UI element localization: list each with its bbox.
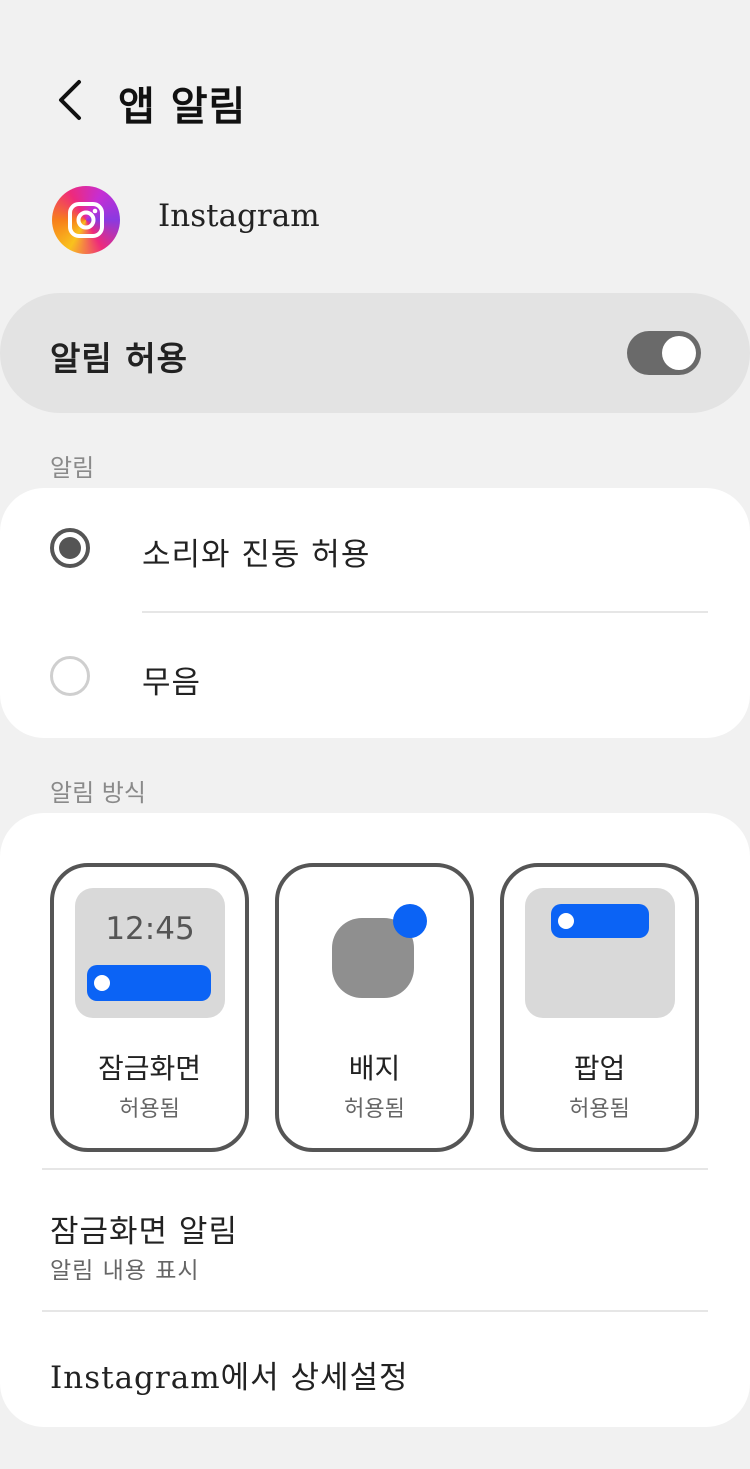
style-divider-2 — [42, 1310, 708, 1312]
chevron-left-icon — [59, 80, 81, 120]
radio-silent[interactable] — [50, 656, 90, 696]
tile-lock-screen-status: 허용됨 — [119, 1097, 180, 1122]
badge-app-icon — [332, 904, 427, 998]
advanced-settings-label: Instagram에서 상세설정 — [50, 1360, 409, 1396]
alerts-card — [0, 488, 750, 738]
radio-sound-vibration[interactable] — [50, 528, 90, 568]
option-silent-label[interactable]: 무음 — [142, 657, 201, 702]
tile-popup-label: 팝업 — [573, 1052, 626, 1085]
toggle-knob — [662, 336, 696, 370]
allow-notifications-toggle[interactable] — [627, 331, 701, 375]
tile-badge-status: 허용됨 — [344, 1097, 405, 1122]
lock-screen-notifications-title: 잠금화면 알림 — [50, 1214, 238, 1250]
tile-popup-status: 허용됨 — [569, 1097, 630, 1122]
lock-screen-notifications-subtitle: 알림 내용 표시 — [50, 1258, 200, 1284]
notification-dot — [558, 913, 574, 929]
allow-notifications-label: 알림 허용 — [50, 339, 188, 378]
back-button[interactable] — [40, 70, 100, 130]
options-divider — [142, 611, 708, 613]
option-sound-vibration-label[interactable]: 소리와 진동 허용 — [142, 529, 370, 574]
lock-screen-preview-time: 12:45 — [105, 911, 195, 947]
page-title: 앱 알림 — [118, 83, 247, 130]
tile-badge-label: 배지 — [348, 1052, 401, 1085]
notification-dot — [94, 975, 110, 991]
alerts-section-label: 알림 — [50, 454, 95, 482]
tile-lock-screen-label: 잠금화면 — [97, 1052, 202, 1085]
radio-selected-dot — [59, 537, 81, 559]
style-section-label: 알림 방식 — [50, 779, 146, 807]
style-divider-1 — [42, 1168, 708, 1170]
instagram-icon — [52, 186, 120, 254]
app-name: Instagram — [158, 198, 320, 234]
